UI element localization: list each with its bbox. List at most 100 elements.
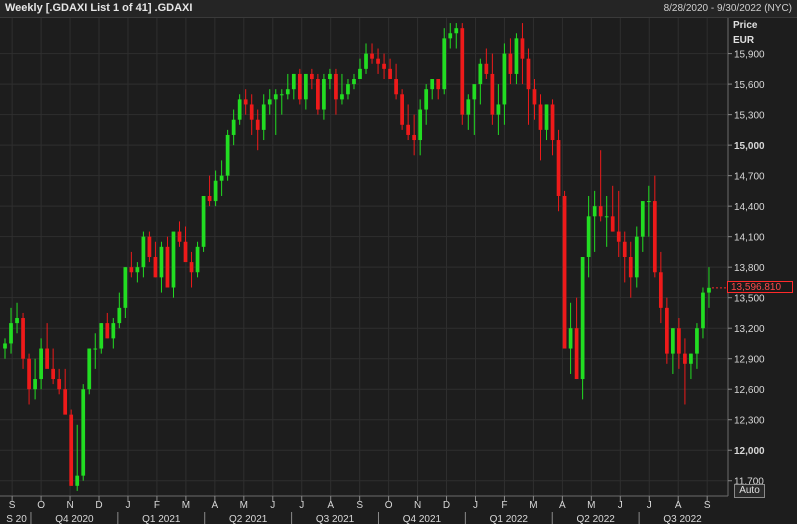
candle-body [622,241,627,257]
x-month-label: J [299,500,304,511]
candle-body [574,328,579,380]
candle-body [346,84,350,95]
candle-body [183,241,188,263]
candle-body [310,73,314,80]
candle-body [81,389,86,476]
candle-body [580,257,585,380]
candle-body [448,33,453,39]
candle-body [27,358,31,390]
candle-body [141,236,146,268]
candle-body [15,318,19,324]
candle-body [502,53,507,105]
date-range: 8/28/2020 - 9/30/2022 (NYC) [663,3,792,14]
candle-body [303,73,308,100]
candle-body [640,201,645,237]
candle-body [117,307,122,324]
candle-body [21,318,25,359]
candle-body [592,206,597,217]
candle-body [45,348,49,369]
y-tick-label: 13,500 [734,294,765,305]
x-quarter-label: Q4 2021 [403,514,442,524]
y-tick-label: 14,400 [734,202,765,213]
candle-body [484,63,489,74]
candle-body [677,328,681,354]
y-tick-label: 15,600 [734,80,765,91]
candle-body [352,79,356,85]
candle-body [430,79,435,90]
candle-body [454,28,459,34]
candle-body [538,104,543,130]
candle-body [75,475,80,486]
candle-body [658,272,663,308]
candle-body [646,201,651,203]
candle-body [460,28,465,115]
x-month-label: S [356,500,363,511]
candle-body [364,53,368,69]
candle-body [695,328,699,354]
candle-body [9,323,13,344]
x-month-label: J [125,500,130,511]
candle-body [51,368,56,380]
x-month-label: N [414,500,421,511]
candlestick-chart[interactable]: Price EUR 11,70012,00012,30012,60012,900… [0,18,797,524]
auto-scale-button[interactable]: Auto [734,484,765,498]
y-tick-label: 15,900 [734,50,765,61]
candle-body [153,257,158,278]
candle-body [683,353,687,364]
candle-body [586,216,591,257]
x-month-label: J [473,500,478,511]
x-month-label: S [704,500,711,511]
candle-body [213,180,218,202]
y-tick-label: 12,600 [734,385,765,396]
title-bar: Weekly [.GDAXI List 1 of 41] .GDAXI 8/28… [0,0,797,18]
candle-body [604,216,609,218]
y-tick-label: 14,700 [734,172,765,183]
candle-body [99,323,104,349]
candle-body [562,195,567,349]
candle-body [544,104,549,130]
x-month-label: M [587,500,595,511]
candle-body [424,89,429,110]
y-tick-label: 15,000 [734,141,765,152]
candle-body [520,38,525,59]
candle-body [340,94,344,100]
candle-body [418,109,423,141]
candle-body [388,68,392,80]
x-month-label: M [182,500,190,511]
candle-body [129,267,134,273]
y-tick-label: 13,800 [734,263,765,274]
candle-body [628,257,633,278]
candle-body [316,79,320,110]
price-axis-label: Price [733,20,758,31]
x-month-label: A [675,500,682,511]
x-month-label: O [37,500,45,511]
candle-body [195,246,200,273]
candle-body [147,236,152,257]
candle-body [376,58,380,64]
candle-body [334,73,338,100]
candle-body [93,348,98,350]
x-quarter-label: S 20 [6,514,27,524]
x-quarter-label: Q4 2020 [55,514,94,524]
candle-body [496,104,501,115]
candle-body [255,119,260,130]
x-month-label: J [618,500,623,511]
candle-body [273,94,278,100]
candle-body [159,246,164,278]
candle-body [436,79,441,90]
x-quarter-label: Q2 2022 [576,514,615,524]
candle-body [664,307,669,354]
last-price-tag: 13,596.810 [727,280,793,293]
candle-body [514,38,519,74]
candle-body [201,195,206,247]
y-tick-label: 15,300 [734,111,765,122]
candle-body [322,79,326,110]
candle-body [508,53,513,74]
x-quarter-label: Q1 2022 [490,514,529,524]
candle-body [261,104,266,130]
candle-body [358,68,362,80]
candle-body [550,104,555,141]
candle-body [466,99,471,115]
candle-body [291,73,296,90]
candle-body [472,84,477,100]
